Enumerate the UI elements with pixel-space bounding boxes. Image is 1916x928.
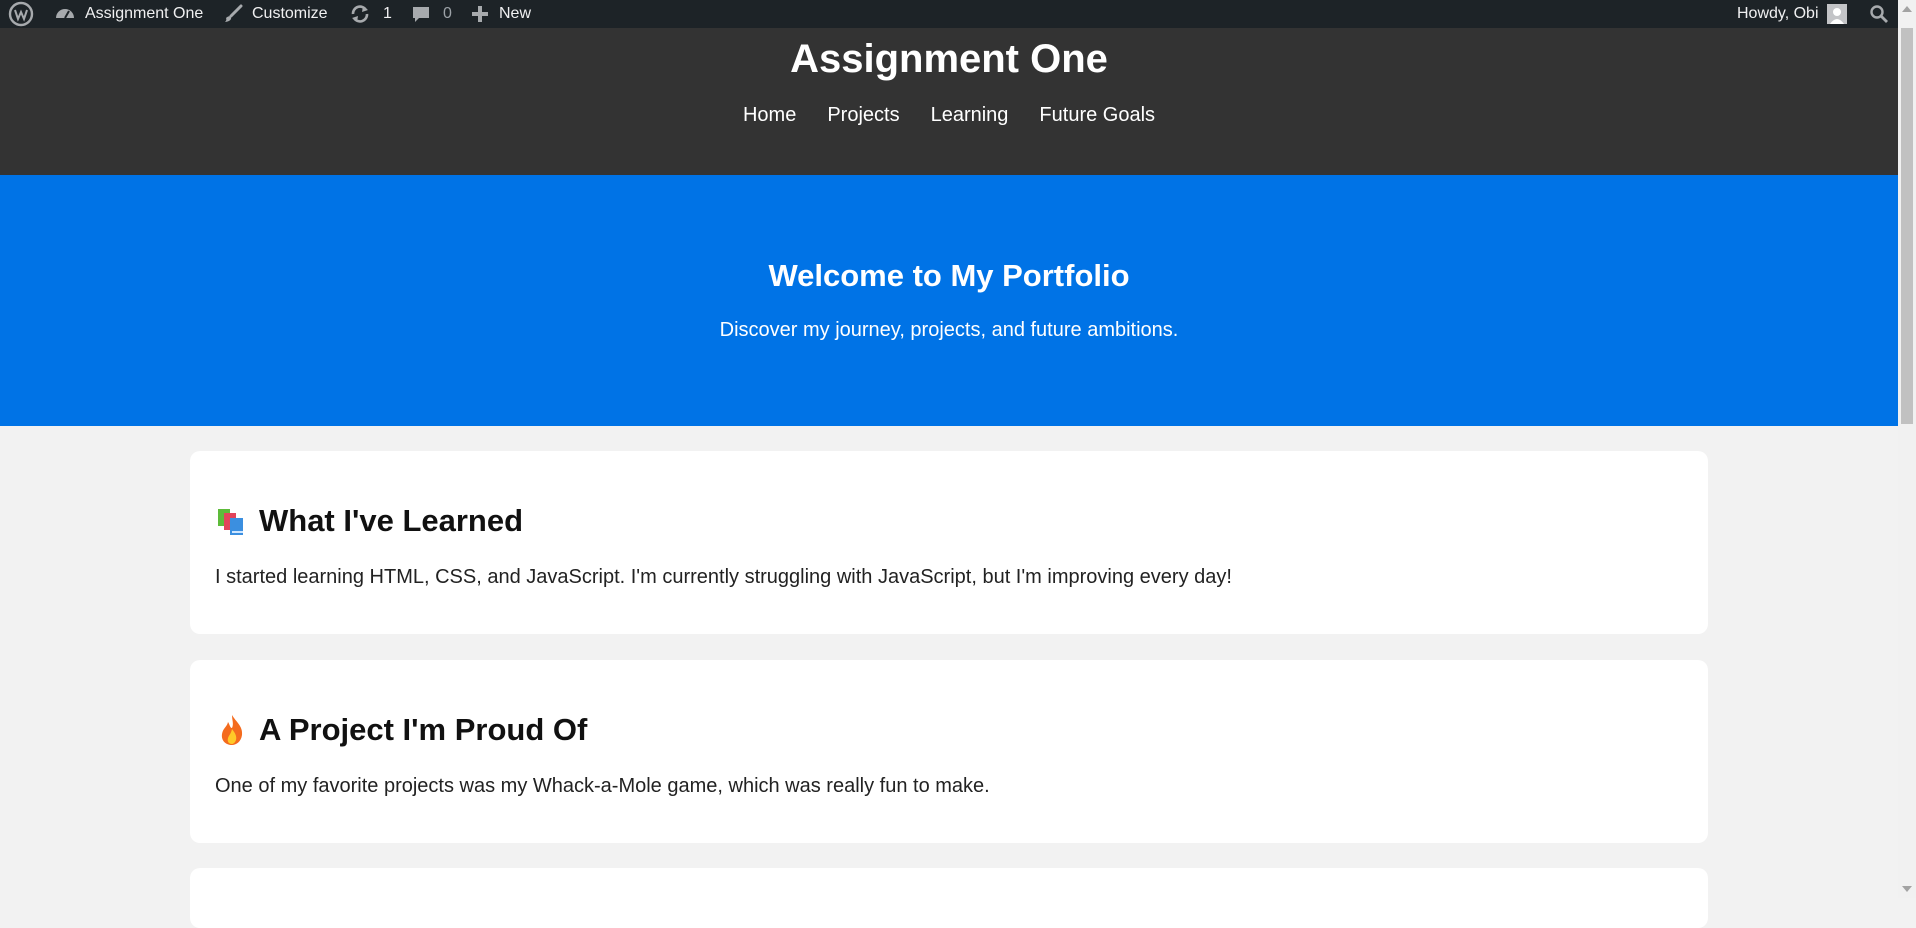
customize-link[interactable]: Customize <box>223 0 328 28</box>
greeting-label: Howdy, Obi <box>1737 5 1819 22</box>
scroll-up-arrow[interactable] <box>1902 6 1912 12</box>
site-title: Assignment One <box>790 37 1108 81</box>
section-title-text: What I've Learned <box>259 503 524 538</box>
comment-icon <box>411 4 431 24</box>
nav-learning[interactable]: Learning <box>931 104 1009 127</box>
nav-home[interactable]: Home <box>743 104 796 127</box>
comments-link[interactable]: 0 <box>411 0 452 28</box>
section-text: One of my favorite projects was my Whack… <box>215 775 990 797</box>
site-name-label: Assignment One <box>85 5 204 22</box>
wordpress-icon[interactable] <box>8 0 34 28</box>
site-name-menu[interactable]: Assignment One <box>54 0 203 28</box>
project-section: A Project I'm Proud Of One of my favorit… <box>190 660 1708 843</box>
comments-count: 0 <box>443 5 452 22</box>
updates-count: 1 <box>383 5 392 22</box>
search-icon[interactable] <box>1869 0 1889 28</box>
updates-link[interactable]: 1 <box>349 0 392 28</box>
plus-icon <box>471 5 489 23</box>
scroll-down-arrow[interactable] <box>1902 886 1912 892</box>
new-content-menu[interactable]: New <box>471 0 531 28</box>
fire-icon <box>215 713 249 747</box>
refresh-icon <box>349 3 371 25</box>
section-title: What I've Learned <box>215 503 523 539</box>
account-menu[interactable]: Howdy, Obi <box>1737 0 1847 28</box>
section-title: A Project I'm Proud Of <box>215 712 587 748</box>
goals-section <box>190 868 1708 928</box>
avatar-icon <box>1826 4 1847 24</box>
dashboard-icon <box>54 3 76 25</box>
new-label: New <box>499 5 532 22</box>
admin-bar: Assignment One Customize 1 0 New Howdy, … <box>0 0 1916 28</box>
main-nav: Home Projects Learning Future Goals <box>0 104 1898 127</box>
books-icon <box>215 504 249 538</box>
site-header: Assignment One Home Projects Learning Fu… <box>0 28 1898 175</box>
customize-label: Customize <box>252 5 328 22</box>
scroll-thumb[interactable] <box>1901 28 1913 424</box>
nav-future-goals[interactable]: Future Goals <box>1039 104 1155 127</box>
section-title-text: A Project I'm Proud Of <box>259 712 588 747</box>
hero-title: Welcome to My Portfolio <box>768 258 1130 293</box>
brush-icon <box>223 4 243 24</box>
section-text: I started learning HTML, CSS, and JavaSc… <box>215 566 1232 588</box>
hero-subtitle: Discover my journey, projects, and futur… <box>719 319 1179 341</box>
nav-projects[interactable]: Projects <box>827 104 899 127</box>
learned-section: What I've Learned I started learning HTM… <box>190 451 1708 634</box>
hero-section: Welcome to My Portfolio Discover my jour… <box>0 175 1898 426</box>
page-scrollbar[interactable] <box>1898 0 1916 898</box>
